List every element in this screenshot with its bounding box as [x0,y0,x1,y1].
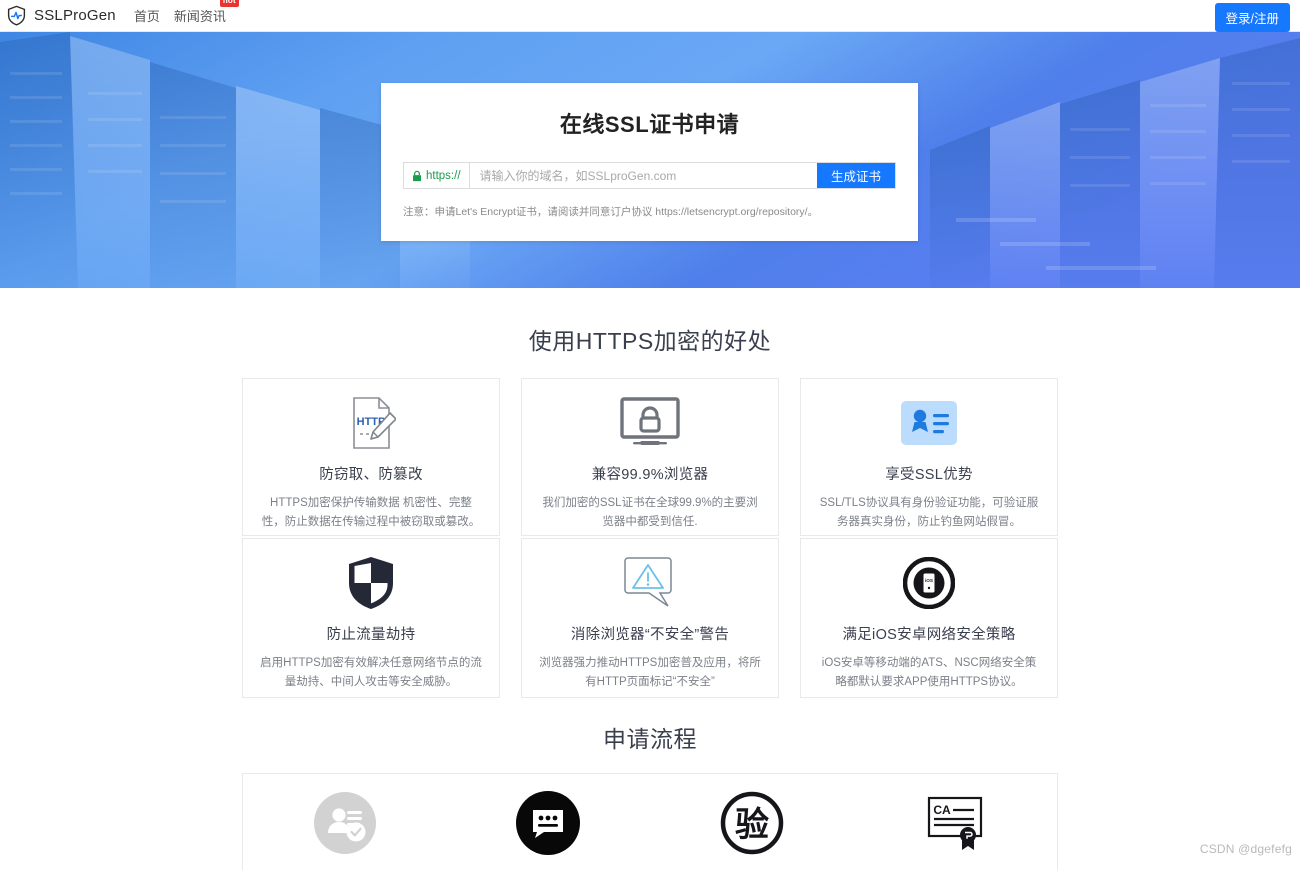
process-step: 验 信息验证 [650,790,854,870]
benefit-card: 防止流量劫持 启用HTTPS加密有效解决任意网络节点的流量劫持、中间人攻击等安全… [242,538,500,698]
https-prefix: https:// [404,163,470,188]
benefit-description: HTTPS加密保护传输数据 机密性、完整性，防止数据在传输过程中被窃取或篡改。 [261,497,481,528]
top-navbar: SSLProGen 首页 新闻资讯 hot 登录/注册 [0,0,1300,32]
benefit-card: iOS 满足iOS安卓网络安全策略 iOS安卓等移动端的ATS、NSC网络安全策… [800,538,1058,698]
nav-links: 首页 新闻资讯 hot [134,0,239,27]
benefit-title: 享受SSL优势 [885,467,973,483]
benefit-card: HTTP 防窃取、防篡改 HTTPS加密保护传输数据 机密性、完整性，防止数据在… [242,378,500,536]
domain-input[interactable] [469,163,817,188]
process-steps: 注册/登录 提交订单 验 信息验证 CA [242,773,1058,870]
green-padlock-icon [413,170,421,181]
warning-speech-bubble-icon [622,553,678,613]
ca-certificate-icon: CA [922,790,988,856]
svg-text:验: 验 [735,805,769,844]
hero-banner: 在线SSL证书申请 https:// 生成证书 注意：申请Let's Encry… [0,32,1300,288]
process-step: CA 证书签发 [854,790,1058,870]
hero-note: 注意：申请Let's Encrypt证书，请阅读并同意订户协议 https://… [403,206,819,218]
benefit-title: 防止流量劫持 [326,627,416,643]
benefit-description: 浏览器强力推动HTTPS加密普及应用，将所有HTTP页面标记“不安全” [539,657,761,688]
benefits-grid: HTTP 防窃取、防篡改 HTTPS加密保护传输数据 机密性、完整性，防止数据在… [242,378,1058,698]
nav-link-home[interactable]: 首页 [134,4,160,27]
nav-link-news[interactable]: 新闻资讯 hot [173,0,239,27]
shield-quadrant-icon [346,553,396,613]
benefit-description: 我们加密的SSL证书在全球99.9%的主要浏览器中都受到信任. [542,497,758,528]
benefit-title: 防窃取、防篡改 [319,467,423,483]
domain-input-group: https:// 生成证书 [403,162,896,189]
benefit-title: 兼容99.9%浏览器 [591,467,709,483]
hot-badge: hot [219,0,239,7]
monitor-lock-icon [619,393,681,453]
benefit-description: iOS安卓等移动端的ATS、NSC网络安全策略都默认要求APP使用HTTPS协议… [821,657,1037,688]
brand[interactable]: SSLProGen [6,5,116,26]
benefit-card: 兼容99.9%浏览器 我们加密的SSL证书在全球99.9%的主要浏览器中都受到信… [521,378,779,536]
svg-text:CA: CA [934,803,952,817]
watermark: CSDN @dgefefg [1199,842,1292,856]
process-step: 提交订单 [447,790,651,870]
certificate-request-card: 在线SSL证书申请 https:// 生成证书 注意：申请Let's Encry… [381,83,918,241]
benefit-title: 消除浏览器“不安全”警告 [570,627,730,643]
order-form-icon [516,790,581,856]
benefit-description: 启用HTTPS加密有效解决任意网络节点的流量劫持、中间人攻击等安全威胁。 [260,657,482,688]
hero-title: 在线SSL证书申请 [559,112,740,137]
benefits-section-title: 使用HTTPS加密的好处 [528,328,772,354]
shield-pulse-icon [6,5,27,26]
http-document-pencil-icon: HTTP [346,393,396,453]
process-step: 注册/登录 [243,790,447,870]
user-verified-icon [313,790,376,856]
svg-text:iOS: iOS [925,578,933,583]
benefit-card: 享受SSL优势 SSL/TLS协议具有身份验证功能，可验证服务器真实身份，防止钓… [800,378,1058,536]
process-section-title: 申请流程 [603,726,697,752]
benefit-title: 满足iOS安卓网络安全策略 [842,627,1016,643]
benefit-description: SSL/TLS协议具有身份验证功能，可验证服务器真实身份，防止钓鱼网站假冒。 [819,497,1039,528]
login-register-button[interactable]: 登录/注册 [1214,3,1290,32]
brand-name: SSLProGen [34,7,116,24]
generate-certificate-button[interactable]: 生成证书 [816,163,895,188]
mobile-device-circle-icon: iOS [903,553,955,613]
nav-link-news-label: 新闻资讯 [173,9,226,24]
https-prefix-label: https:// [426,169,461,182]
verify-seal-icon: 验 [720,790,784,856]
benefit-card: 消除浏览器“不安全”警告 浏览器强力推动HTTPS加密普及应用，将所有HTTP页… [521,538,779,698]
certificate-badge-icon [901,393,957,453]
